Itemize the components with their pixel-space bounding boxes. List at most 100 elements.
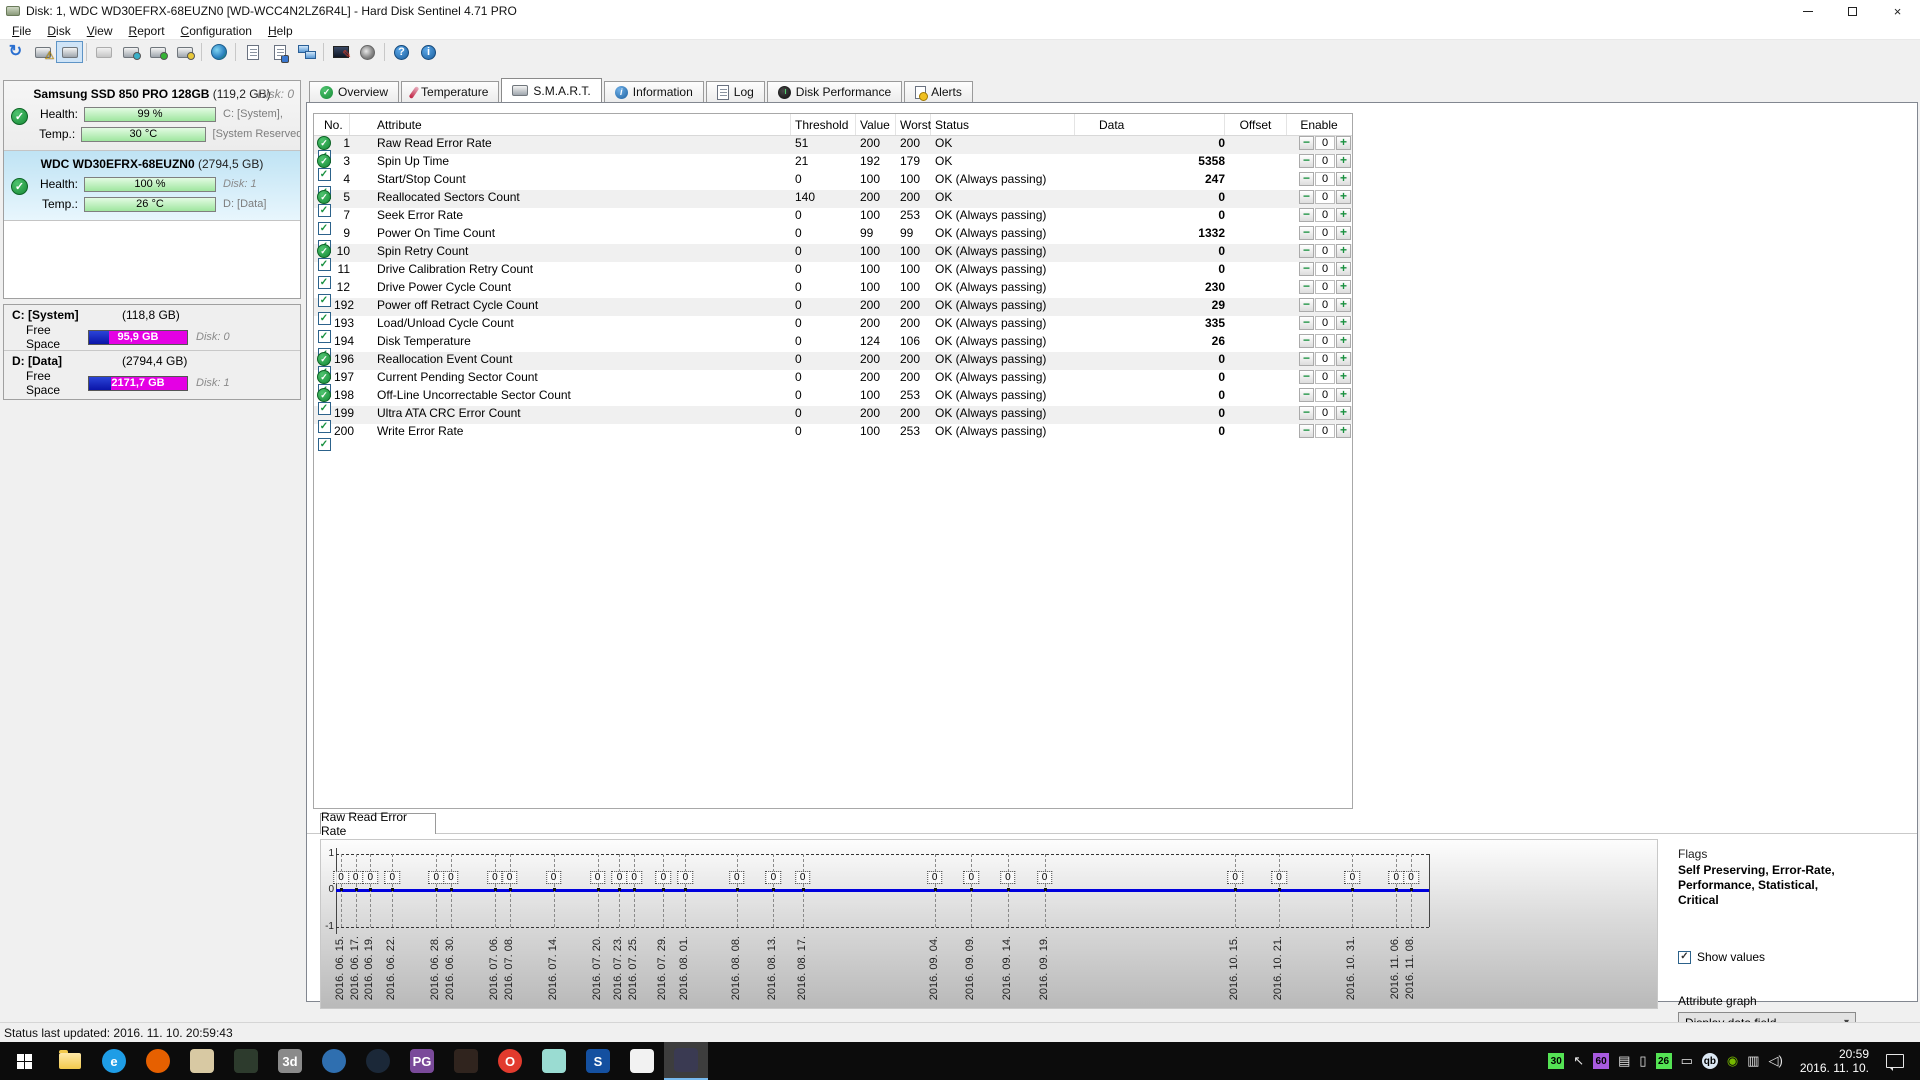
tray-input-device-icon[interactable]: ▤	[1618, 1053, 1630, 1069]
offset-decrease-button[interactable]: −	[1299, 154, 1314, 168]
taskbar-media-app[interactable]	[532, 1042, 576, 1080]
smart-row-192[interactable]: 192 Power off Retract Cycle Count 0 200 200 O…	[314, 298, 1352, 325]
taskbar-dark-app[interactable]	[444, 1042, 488, 1080]
enable-checkbox[interactable]: ✓	[317, 312, 331, 325]
taskbar-edge[interactable]: e	[92, 1042, 136, 1080]
disk-view-button[interactable]	[56, 41, 83, 63]
offset-decrease-button[interactable]: −	[1299, 370, 1314, 384]
column-header-threshold[interactable]: Threshold	[791, 114, 856, 135]
offset-decrease-button[interactable]: −	[1299, 280, 1314, 294]
tab-smart[interactable]: S.M.A.R.T.	[501, 78, 602, 102]
taskbar-firefox[interactable]	[136, 1042, 180, 1080]
offset-increase-button[interactable]: +	[1336, 370, 1351, 384]
action-center-icon[interactable]	[1886, 1054, 1904, 1071]
taskbar-security-app[interactable]	[224, 1042, 268, 1080]
offset-decrease-button[interactable]: −	[1299, 406, 1314, 420]
taskbar-steam[interactable]	[356, 1042, 400, 1080]
menu-item-report[interactable]: Report	[121, 23, 173, 39]
column-header-enable[interactable]: Enable	[1287, 114, 1351, 135]
tab-alerts[interactable]: Alerts	[904, 81, 973, 102]
taskbar-image-editor[interactable]	[664, 1042, 708, 1080]
offset-decrease-button[interactable]: −	[1299, 208, 1314, 222]
disk-surface-test-button[interactable]	[117, 41, 144, 63]
offset-increase-button[interactable]: +	[1336, 352, 1351, 366]
smart-row-193[interactable]: 193 Load/Unload Cycle Count 0 200 200 OK (Alw…	[314, 316, 1352, 343]
enable-checkbox[interactable]: ✓	[317, 168, 331, 181]
offset-decrease-button[interactable]: −	[1299, 424, 1314, 438]
online-update-button[interactable]	[205, 41, 232, 63]
offset-increase-button[interactable]: +	[1336, 208, 1351, 222]
smart-row-9[interactable]: 9 Power On Time Count 0 99 99 OK (Always pass…	[314, 226, 1352, 253]
offset-increase-button[interactable]: +	[1336, 406, 1351, 420]
tray-nvidia-icon[interactable]: ◉	[1727, 1053, 1738, 1069]
taskbar-blue-app[interactable]: S	[576, 1042, 620, 1080]
partition-item-0[interactable]: C: [System] (118,8 GB) Free Space 95,9 GB Di…	[4, 305, 300, 351]
close-button[interactable]: ×	[1875, 0, 1920, 22]
minimize-button[interactable]	[1785, 0, 1830, 22]
enable-checkbox[interactable]: ✓	[317, 294, 331, 307]
tray-usb-icon[interactable]: ▯	[1639, 1053, 1646, 1069]
enable-checkbox[interactable]: ✓	[317, 204, 331, 217]
offset-increase-button[interactable]: +	[1336, 316, 1351, 330]
enable-checkbox[interactable]: ✓	[317, 402, 331, 415]
offset-decrease-button[interactable]: −	[1299, 262, 1314, 276]
show-values-checkbox[interactable]: ✓ Show values	[1678, 950, 1878, 964]
enable-checkbox[interactable]: ✓	[317, 276, 331, 289]
offset-increase-button[interactable]: +	[1336, 388, 1351, 402]
offset-decrease-button[interactable]: −	[1299, 298, 1314, 312]
tray-display-60hz-icon[interactable]: 60	[1593, 1053, 1610, 1069]
tray-network-icon[interactable]: ▥	[1747, 1053, 1759, 1069]
offset-decrease-button[interactable]: −	[1299, 136, 1314, 150]
tab-temperature[interactable]: Temperature	[401, 81, 500, 102]
offset-decrease-button[interactable]: −	[1299, 334, 1314, 348]
partition-item-1[interactable]: D: [Data] (2794,4 GB) Free Space 2171,7 GB D…	[4, 351, 300, 397]
column-header-worst[interactable]: Worst	[896, 114, 931, 135]
tray-hdsentinel-temp-2[interactable]: 26	[1655, 1053, 1672, 1069]
menu-item-file[interactable]: File	[4, 23, 39, 39]
offset-decrease-button[interactable]: −	[1299, 388, 1314, 402]
smart-row-7[interactable]: 7 Seek Error Rate 0 100 253 OK (Always passin…	[314, 208, 1352, 235]
offset-increase-button[interactable]: +	[1336, 172, 1351, 186]
start-button[interactable]	[0, 1042, 48, 1080]
offset-increase-button[interactable]: +	[1336, 244, 1351, 258]
smart-row-3[interactable]: ✓ 3 Spin Up Time 21 192 179 OK 5358 −0 + ✓	[314, 154, 1352, 181]
tray-monitor-icon[interactable]: ▭	[1681, 1053, 1693, 1069]
column-header-offset[interactable]: Offset	[1225, 114, 1287, 135]
menu-item-help[interactable]: Help	[260, 23, 301, 39]
column-header-value[interactable]: Value	[856, 114, 896, 135]
help-button[interactable]: ?	[388, 41, 415, 63]
disk-analyse-button[interactable]	[171, 41, 198, 63]
smart-row-197[interactable]: ✓ 197 Current Pending Sector Count 0 200 200 O…	[314, 370, 1352, 397]
offset-increase-button[interactable]: +	[1336, 334, 1351, 348]
offset-increase-button[interactable]: +	[1336, 226, 1351, 240]
offset-increase-button[interactable]: +	[1336, 280, 1351, 294]
tray-volume-icon[interactable]: ◁)	[1769, 1053, 1783, 1069]
taskbar-opera[interactable]: O	[488, 1042, 532, 1080]
tab-information[interactable]: i Information	[603, 81, 704, 102]
maximize-button[interactable]	[1830, 0, 1875, 22]
tray-cursor-icon[interactable]: ↖	[1573, 1053, 1584, 1069]
smart-row-10[interactable]: ✓ 10 Spin Retry Count 0 100 100 OK (Always pas…	[314, 244, 1352, 271]
smart-row-198[interactable]: ✓ 198 Off-Line Uncorrectable Sector Count 0…	[314, 388, 1352, 415]
disk-item-1[interactable]: ✓ WDC WD30EFRX-68EUZN0 (2794,5 GB) Health:…	[4, 151, 300, 221]
column-header-no[interactable]: No.	[314, 114, 350, 135]
column-header-data[interactable]: Data	[1075, 114, 1225, 135]
offset-increase-button[interactable]: +	[1336, 136, 1351, 150]
taskbar-png-app[interactable]: PG	[400, 1042, 444, 1080]
smart-row-199[interactable]: 199 Ultra ATA CRC Error Count 0 200 200 OK (A…	[314, 406, 1352, 433]
offset-decrease-button[interactable]: −	[1299, 226, 1314, 240]
offset-decrease-button[interactable]: −	[1299, 244, 1314, 258]
taskbar-notes-app[interactable]	[620, 1042, 664, 1080]
refresh-button[interactable]: ↻	[2, 41, 29, 63]
tab-disk-performance[interactable]: Disk Performance	[766, 81, 903, 102]
report-button[interactable]	[239, 41, 266, 63]
offset-increase-button[interactable]: +	[1336, 424, 1351, 438]
enable-checkbox[interactable]: ✓	[317, 330, 331, 343]
tab-log[interactable]: Log	[705, 81, 765, 102]
sound-settings-button[interactable]	[354, 41, 381, 63]
enable-checkbox[interactable]: ✓	[317, 222, 331, 235]
menu-item-view[interactable]: View	[79, 23, 121, 39]
smart-row-5[interactable]: ✓ 5 Reallocated Sectors Count 140 200 200 OK 0−…	[314, 190, 1352, 217]
smart-row-12[interactable]: 12 Drive Power Cycle Count 0 100 100 OK (Alwa…	[314, 280, 1352, 307]
info-button[interactable]: i	[415, 41, 442, 63]
